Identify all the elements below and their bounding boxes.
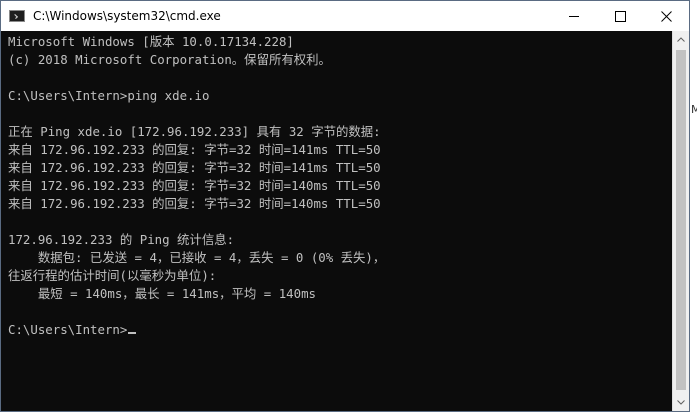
console-line: C:\Users\Intern>ping xde.io: [8, 88, 210, 103]
scroll-down-button[interactable]: [673, 394, 689, 411]
close-icon: [660, 10, 672, 22]
chevron-up-icon: [677, 37, 685, 42]
cmd-window: C:\Windows\system32\cmd.exe Microsoft Wi…: [0, 0, 690, 412]
text-cursor: [128, 332, 137, 334]
title-bar[interactable]: C:\Windows\system32\cmd.exe: [1, 1, 689, 31]
window-controls: [551, 1, 689, 31]
minimize-button[interactable]: [551, 1, 597, 31]
console-line: 数据包: 已发送 = 4，已接收 = 4，丢失 = 0 (0% 丢失)，: [8, 250, 386, 265]
console-line: 来自 172.96.192.233 的回复: 字节=32 时间=140ms TT…: [8, 196, 381, 211]
console-line: 来自 172.96.192.233 的回复: 字节=32 时间=141ms TT…: [8, 160, 381, 175]
background-window-edge-text: M: [691, 103, 697, 116]
scroll-thumb[interactable]: [676, 50, 686, 390]
prompt-text: C:\Users\Intern>: [8, 322, 128, 337]
close-button[interactable]: [643, 1, 689, 31]
console-icon[interactable]: [9, 10, 25, 22]
prompt-line[interactable]: C:\Users\Intern>: [8, 321, 672, 339]
console-line: 最短 = 140ms，最长 = 141ms，平均 = 140ms: [8, 286, 316, 301]
window-title: C:\Windows\system32\cmd.exe: [33, 9, 221, 23]
console-line: 正在 Ping xde.io [172.96.192.233] 具有 32 字节…: [8, 124, 381, 139]
console-line: 来自 172.96.192.233 的回复: 字节=32 时间=140ms TT…: [8, 178, 381, 193]
console-output[interactable]: Microsoft Windows [版本 10.0.17134.228] (c…: [1, 31, 672, 411]
console-line: 来自 172.96.192.233 的回复: 字节=32 时间=141ms TT…: [8, 142, 381, 157]
scroll-up-button[interactable]: [673, 31, 689, 48]
vertical-scrollbar[interactable]: [672, 31, 689, 411]
console-line: Microsoft Windows [版本 10.0.17134.228]: [8, 34, 294, 49]
chevron-down-icon: [677, 400, 685, 405]
console-line: 往返行程的估计时间(以毫秒为单位):: [8, 268, 217, 283]
console-line: 172.96.192.233 的 Ping 统计信息:: [8, 232, 235, 247]
maximize-button[interactable]: [597, 1, 643, 31]
console-line: (c) 2018 Microsoft Corporation。保留所有权利。: [8, 52, 331, 67]
